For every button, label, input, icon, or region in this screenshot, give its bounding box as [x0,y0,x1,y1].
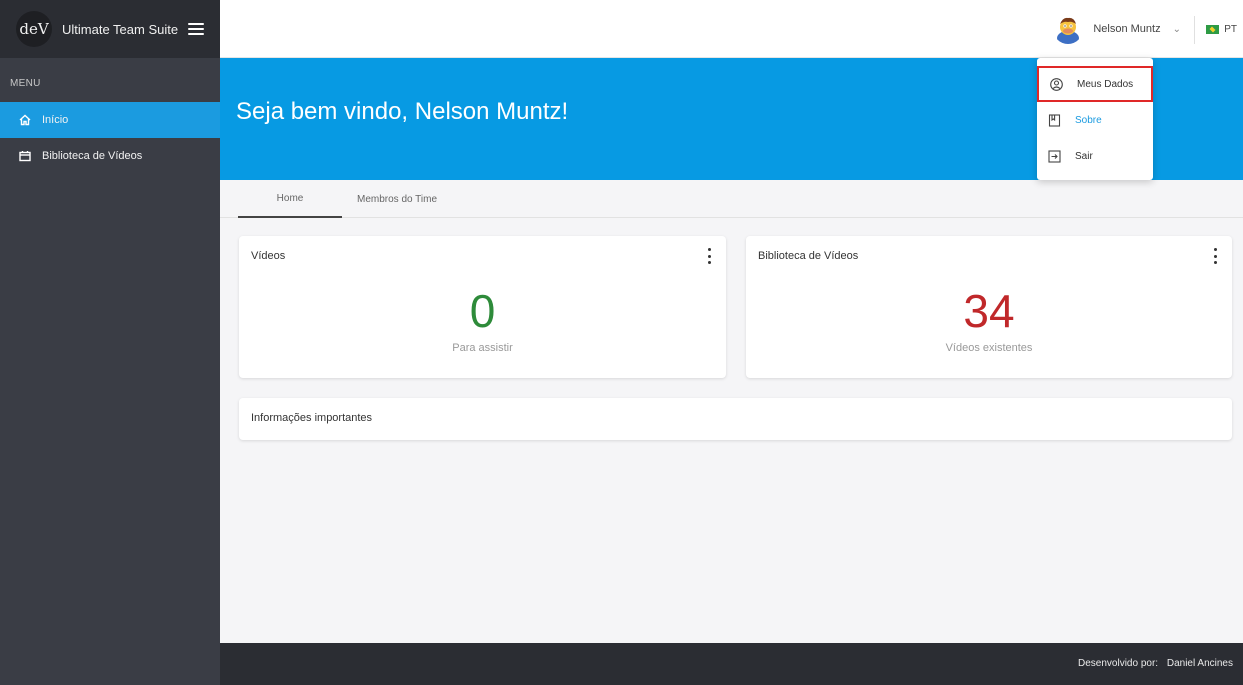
logo-text: deV [19,20,49,38]
tab-bar: Home Membros do Time [220,180,1243,218]
more-options-icon[interactable] [706,248,712,264]
library-caption: Vídeos existentes [945,342,1033,354]
language-selector[interactable]: PT [1206,0,1237,58]
brand-bar: deV Ultimate Team Suite [0,0,220,58]
top-bar: Nelson Muntz ⌄ PT [220,0,1243,58]
menu-item-label: Sobre [1075,114,1102,126]
sidebar: deV Ultimate Team Suite MENU Início Bibl… [0,0,220,685]
logo-mark: deV [16,11,52,47]
avatar [1053,14,1084,44]
sidebar-item-label: Biblioteca de Vídeos [42,150,143,162]
brazil-flag-icon [1206,24,1220,34]
chevron-down-icon: ⌄ [1172,23,1181,35]
sidebar-item-inicio[interactable]: Início [0,102,220,138]
menu-item-sobre[interactable]: Sobre [1037,102,1153,138]
brand-title: Ultimate Team Suite [62,21,179,37]
footer-author: Daniel Ancines [1166,658,1233,669]
logout-icon [1047,149,1061,163]
user-dropdown-menu: Meus Dados Sobre Sair [1037,58,1153,180]
book-icon [1047,113,1061,127]
menu-item-label: Meus Dados [1077,78,1134,90]
tab-home[interactable]: Home [238,180,342,218]
card-title: Vídeos [251,250,286,262]
logo[interactable]: deV [14,9,54,49]
library-card: Biblioteca de Vídeos 34 Vídeos existente… [746,236,1232,378]
home-icon [18,113,32,127]
footer-credit: Desenvolvido por: Daniel Ancines [1078,658,1233,669]
page-title: Seja bem vindo, Nelson Muntz! [236,98,569,125]
videos-card: Vídeos 0 Para assistir [239,236,726,378]
footer-prefix: Desenvolvido por: [1078,658,1159,669]
tab-membros-do-time[interactable]: Membros do Time [342,180,452,218]
language-label: PT [1224,23,1237,35]
library-count: 34 [963,285,1015,337]
video-library-icon [18,149,32,163]
info-card: Informações importantes [239,398,1232,440]
divider [1194,16,1195,44]
card-title: Informações importantes [251,412,373,424]
hamburger-menu-icon[interactable] [188,23,205,35]
user-name: Nelson Muntz [1093,23,1161,35]
menu-item-meus-dados[interactable]: Meus Dados [1037,66,1153,102]
more-options-icon[interactable] [1212,248,1218,264]
menu-item-label: Sair [1075,150,1093,162]
user-circle-icon [1049,77,1063,91]
user-menu-button[interactable]: Nelson Muntz ⌄ [1053,0,1181,58]
sidebar-item-biblioteca[interactable]: Biblioteca de Vídeos [0,138,220,174]
menu-heading: MENU [10,78,41,89]
menu-item-sair[interactable]: Sair [1037,138,1153,174]
card-title: Biblioteca de Vídeos [758,250,859,262]
sidebar-item-label: Início [42,114,69,126]
videos-count: 0 [469,285,496,337]
videos-caption: Para assistir [452,342,513,354]
footer: Desenvolvido por: Daniel Ancines [220,643,1243,685]
